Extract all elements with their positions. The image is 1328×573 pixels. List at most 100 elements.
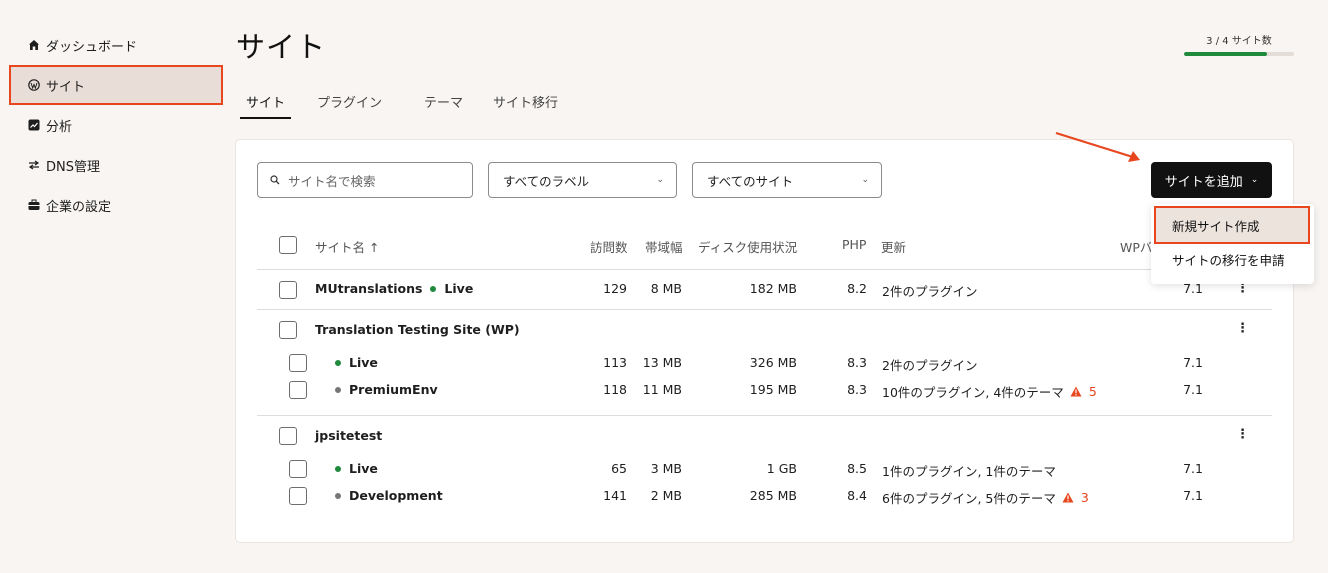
site-filter-value: すべてのサイト <box>707 173 794 189</box>
briefcase-icon <box>27 199 40 212</box>
column-header-site-name[interactable]: サイト名 ↑ <box>315 237 379 256</box>
row-checkbox[interactable] <box>289 354 307 372</box>
site-filter-select[interactable]: すべてのサイト ⌄ <box>692 162 882 198</box>
chevron-down-icon: ⌄ <box>1250 175 1259 185</box>
row-checkbox[interactable] <box>289 381 307 399</box>
bandwidth-cell: 8 MB <box>650 281 682 296</box>
row-checkbox[interactable] <box>289 487 307 505</box>
php-cell: 8.3 <box>847 382 867 397</box>
site-name[interactable]: jpsitetest <box>315 428 382 443</box>
site-name[interactable]: Translation Testing Site (WP) <box>315 322 520 337</box>
sites-card: サイト名で検索 すべてのラベル ⌄ すべてのサイト ⌄ サイトを追加 ⌄ サイト… <box>235 139 1294 543</box>
sidebar-item-label: DNS管理 <box>46 159 100 175</box>
env-label[interactable]: PremiumEnv <box>349 382 438 397</box>
column-header-wp-version: WPバ <box>1120 240 1153 255</box>
site-quota: 3 / 4 サイト数 <box>1184 32 1294 56</box>
column-header-updates: 更新 <box>881 240 907 255</box>
tab-bar: サイト プラグイン テーマ サイト移行 <box>236 92 564 119</box>
sidebar-item-company-settings[interactable]: 企業の設定 <box>10 186 222 224</box>
php-cell: 8.4 <box>847 488 867 503</box>
analytics-icon <box>27 119 40 132</box>
home-icon <box>27 39 40 52</box>
row-checkbox[interactable] <box>279 427 297 445</box>
row-actions-icon[interactable]: ⋮ <box>1236 428 1249 441</box>
add-site-menu: 新規サイト作成 サイトの移行を申請 <box>1151 204 1314 284</box>
column-header-php: PHP <box>842 237 867 252</box>
divider <box>257 415 1272 416</box>
row-checkbox[interactable] <box>279 281 297 299</box>
bandwidth-cell: 11 MB <box>642 382 682 397</box>
label-filter-select[interactable]: すべてのラベル ⌄ <box>488 162 677 198</box>
wordpress-icon <box>27 79 40 92</box>
menu-item-request-migration[interactable]: サイトの移行を申請 <box>1151 248 1314 270</box>
warning-icon <box>1062 492 1074 503</box>
updates-cell[interactable]: 1件のプラグイン, 1件のテーマ <box>882 461 1056 480</box>
row-checkbox[interactable] <box>289 460 307 478</box>
sidebar-item-label: ダッシュボード <box>46 39 138 55</box>
column-header-visits: 訪問数 <box>590 240 628 255</box>
quota-fill <box>1184 52 1267 56</box>
disk-cell: 326 MB <box>749 355 797 370</box>
row-actions-icon[interactable]: ⋮ <box>1236 322 1249 335</box>
column-header-bandwidth: 帯域幅 <box>645 240 683 255</box>
visits-cell: 129 <box>603 281 627 296</box>
sidebar-item-analytics[interactable]: 分析 <box>10 106 222 144</box>
bandwidth-cell: 3 MB <box>650 461 682 476</box>
warning-icon <box>1070 386 1082 397</box>
tab-sites[interactable]: サイト <box>240 92 292 119</box>
visits-cell: 113 <box>603 355 627 370</box>
live-status-dot <box>335 359 341 366</box>
php-cell: 8.2 <box>847 281 867 296</box>
sidebar-item-dashboard[interactable]: ダッシュボード <box>10 26 222 64</box>
env-status-dot <box>335 492 341 499</box>
site-name[interactable]: MUtranslations <box>315 281 422 296</box>
updates-text: 10件のプラグイン, 4件のテーマ <box>882 385 1064 400</box>
disk-cell: 285 MB <box>749 488 797 503</box>
tab-plugins[interactable]: プラグイン <box>311 92 388 119</box>
search-placeholder: サイト名で検索 <box>288 173 376 189</box>
quota-bar <box>1184 52 1294 56</box>
sidebar-item-sites[interactable]: サイト <box>9 65 223 105</box>
search-icon <box>270 175 280 185</box>
env-label[interactable]: Live <box>349 461 378 476</box>
live-status-dot <box>335 465 341 472</box>
sidebar-item-label: 企業の設定 <box>46 199 112 215</box>
add-site-label: サイトを追加 <box>1164 174 1243 190</box>
menu-item-create-new-site[interactable]: 新規サイト作成 <box>1154 206 1310 244</box>
divider <box>257 309 1272 310</box>
disk-cell: 195 MB <box>749 382 797 397</box>
visits-cell: 141 <box>603 488 627 503</box>
php-cell: 8.5 <box>847 461 867 476</box>
env-cell: Development <box>335 488 443 503</box>
env-label[interactable]: Live <box>444 281 473 296</box>
updates-text: 6件のプラグイン, 5件のテーマ <box>882 491 1056 506</box>
select-all-checkbox[interactable] <box>279 236 297 254</box>
wp-version-cell: 7.1 <box>1183 355 1203 370</box>
env-status-dot <box>335 386 341 393</box>
env-cell: Live <box>335 461 378 476</box>
updates-cell[interactable]: 10件のプラグイン, 4件のテーマ 5 <box>882 382 1097 401</box>
annotation-arrow <box>1055 131 1140 162</box>
warning-count: 5 <box>1088 384 1097 399</box>
tab-site-migration[interactable]: サイト移行 <box>487 92 564 119</box>
visits-cell: 118 <box>603 382 627 397</box>
divider <box>257 269 1272 270</box>
tab-themes[interactable]: テーマ <box>418 92 469 119</box>
env-cell: Live <box>335 355 378 370</box>
env-label[interactable]: Live <box>349 355 378 370</box>
add-site-button[interactable]: サイトを追加 ⌄ <box>1151 162 1272 198</box>
env-label[interactable]: Development <box>349 488 443 503</box>
updates-cell[interactable]: 6件のプラグイン, 5件のテーマ 3 <box>882 488 1089 507</box>
bandwidth-cell: 2 MB <box>650 488 682 503</box>
row-checkbox[interactable] <box>279 321 297 339</box>
site-name-cell: MUtranslations Live <box>315 281 473 296</box>
sidebar: ダッシュボード サイト 分析 DNS管理 企業の設定 <box>9 26 223 226</box>
updates-cell[interactable]: 2件のプラグイン <box>882 355 977 374</box>
wp-version-cell: 7.1 <box>1183 382 1203 397</box>
php-cell: 8.3 <box>847 355 867 370</box>
search-input[interactable]: サイト名で検索 <box>257 162 473 198</box>
updates-cell[interactable]: 2件のプラグイン <box>882 281 977 300</box>
sidebar-item-label: サイト <box>46 79 86 95</box>
sidebar-item-dns[interactable]: DNS管理 <box>10 146 222 184</box>
wp-version-cell: 7.1 <box>1183 461 1203 476</box>
